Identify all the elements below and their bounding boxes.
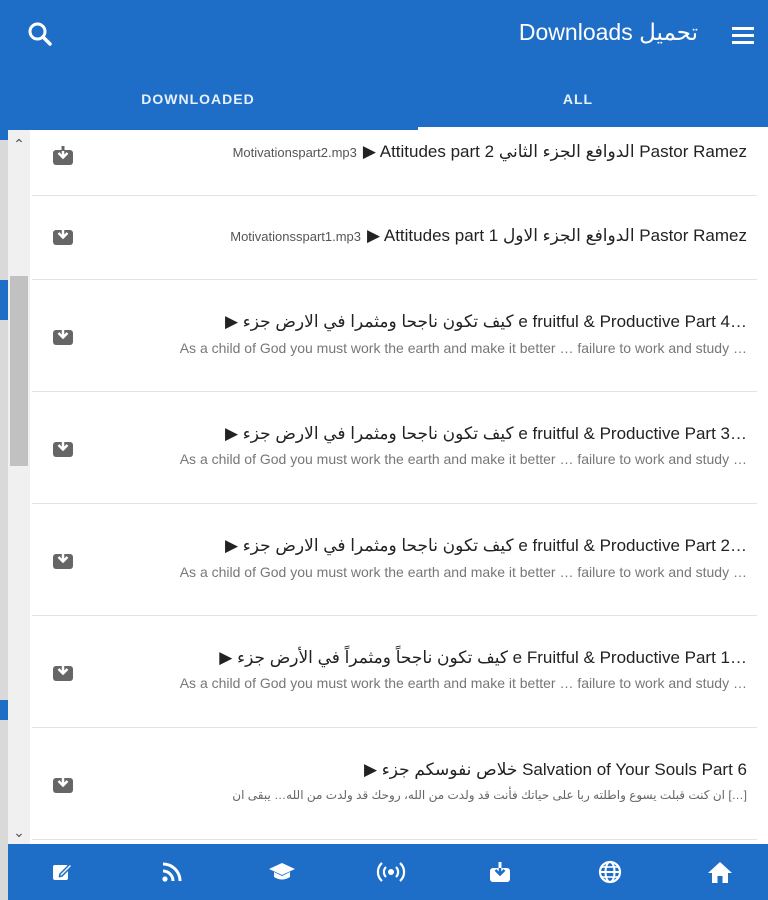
menu-button[interactable] [728,20,758,50]
nav-downloads-button[interactable] [484,856,516,888]
download-icon[interactable] [52,772,74,794]
list-item[interactable]: Motivationsspart1.mp3 ▶ Attitudes part 1 … [32,196,757,280]
bottom-navigation [8,844,768,900]
download-icon[interactable] [52,660,74,682]
broadcast-icon [376,862,406,882]
search-button[interactable] [24,18,56,50]
download-icon[interactable] [52,436,74,458]
list-item-description: As a child of God you must work the eart… [179,451,747,467]
search-icon [28,22,52,46]
list-item-description: As a child of God you must work the eart… [179,675,747,691]
list-item-title-text: ▶ Attitudes part 2 الدوافع الجزء الثاني … [362,142,747,161]
nav-edit-button[interactable] [46,856,78,888]
tab-all[interactable]: ALL [388,78,768,130]
nav-web-button[interactable] [594,856,626,888]
vertical-scrollbar[interactable]: ⌃ ⌄ [8,130,30,844]
downloads-list: Motivationspart2.mp3 ▶ Attitudes part 2 ا… [32,130,768,840]
app-header: Downloads تحميل DOWNLOADED ALL [8,0,768,130]
globe-icon [598,860,622,884]
list-item-filename: Motivationsspart1.mp3 [230,229,362,244]
download-icon[interactable] [52,144,74,166]
list-item-title-text: ▶ Attitudes part 1 الدوافع الجزء الاول P… [367,226,747,245]
list-item[interactable]: ▶ كيف تكون ناجحا ومثمرا في الارض جزء e f… [32,280,757,392]
app-window: Downloads تحميل DOWNLOADED ALL ⌃ ⌄ Motiv… [8,0,768,900]
scroll-up-arrow-icon[interactable]: ⌃ [8,134,30,154]
list-item[interactable]: ▶ كيف تكون ناجحا ومثمرا في الارض جزء e f… [32,392,757,504]
list-item[interactable]: ▶ خلاص نفوسكم جزء Salvation of Your Soul… [32,728,757,840]
list-item-title: ▶ خلاص نفوسكم جزء Salvation of Your Soul… [363,760,747,779]
list-item-title: ▶ كيف تكون ناجحا ومثمرا في الارض جزء e f… [224,312,747,331]
list-item-filename: Motivationspart2.mp3 [232,145,357,160]
list-item-title: Motivationsspart1.mp3 ▶ Attitudes part 1 … [230,226,747,246]
scroll-down-arrow-icon[interactable]: ⌄ [8,822,30,842]
tab-bar: DOWNLOADED ALL [8,78,768,130]
tab-downloaded[interactable]: DOWNLOADED [8,78,388,130]
downloads-list-container: ⌃ ⌄ Motivationspart2.mp3 ▶ Attitudes part… [8,130,768,844]
list-item-description: As a child of God you must work the eart… [179,564,747,580]
background-window-strip [0,0,8,900]
nav-live-button[interactable] [375,856,407,888]
graduation-cap-icon [269,863,295,880]
list-item-description: As a child of God you must work the eart… [179,340,747,356]
list-item[interactable]: Motivationspart2.mp3 ▶ Attitudes part 2 ا… [32,130,757,196]
download-icon[interactable] [52,548,74,570]
home-icon [708,862,732,883]
nav-rss-button[interactable] [156,856,188,888]
list-item-title: ▶ كيف تكون ناجحاً ومثمراً في الأرض جزء e… [219,648,747,667]
rss-icon [162,862,182,882]
list-item[interactable]: ▶ كيف تكون ناجحا ومثمرا في الارض جزء e f… [32,504,757,616]
page-title: Downloads تحميل [518,19,698,45]
list-item-title: ▶ كيف تكون ناجحا ومثمرا في الارض جزء e f… [224,536,747,555]
list-item[interactable]: ▶ كيف تكون ناجحاً ومثمراً في الأرض جزء e… [32,616,757,728]
download-icon [490,862,510,882]
list-item-title: Motivationspart2.mp3 ▶ Attitudes part 2 ا… [233,142,747,162]
scrollbar-thumb[interactable] [10,276,28,466]
download-icon[interactable] [52,324,74,346]
list-item-description: ان كنت قبلت يسوع واطلته ربا على حياتك فأ… [232,788,747,802]
edit-icon [53,862,74,880]
nav-courses-button[interactable] [266,856,298,888]
download-icon[interactable] [52,224,74,246]
nav-home-button[interactable] [704,856,736,888]
hamburger-menu-icon [732,27,754,44]
list-item-title: ▶ كيف تكون ناجحا ومثمرا في الارض جزء e f… [224,424,747,443]
